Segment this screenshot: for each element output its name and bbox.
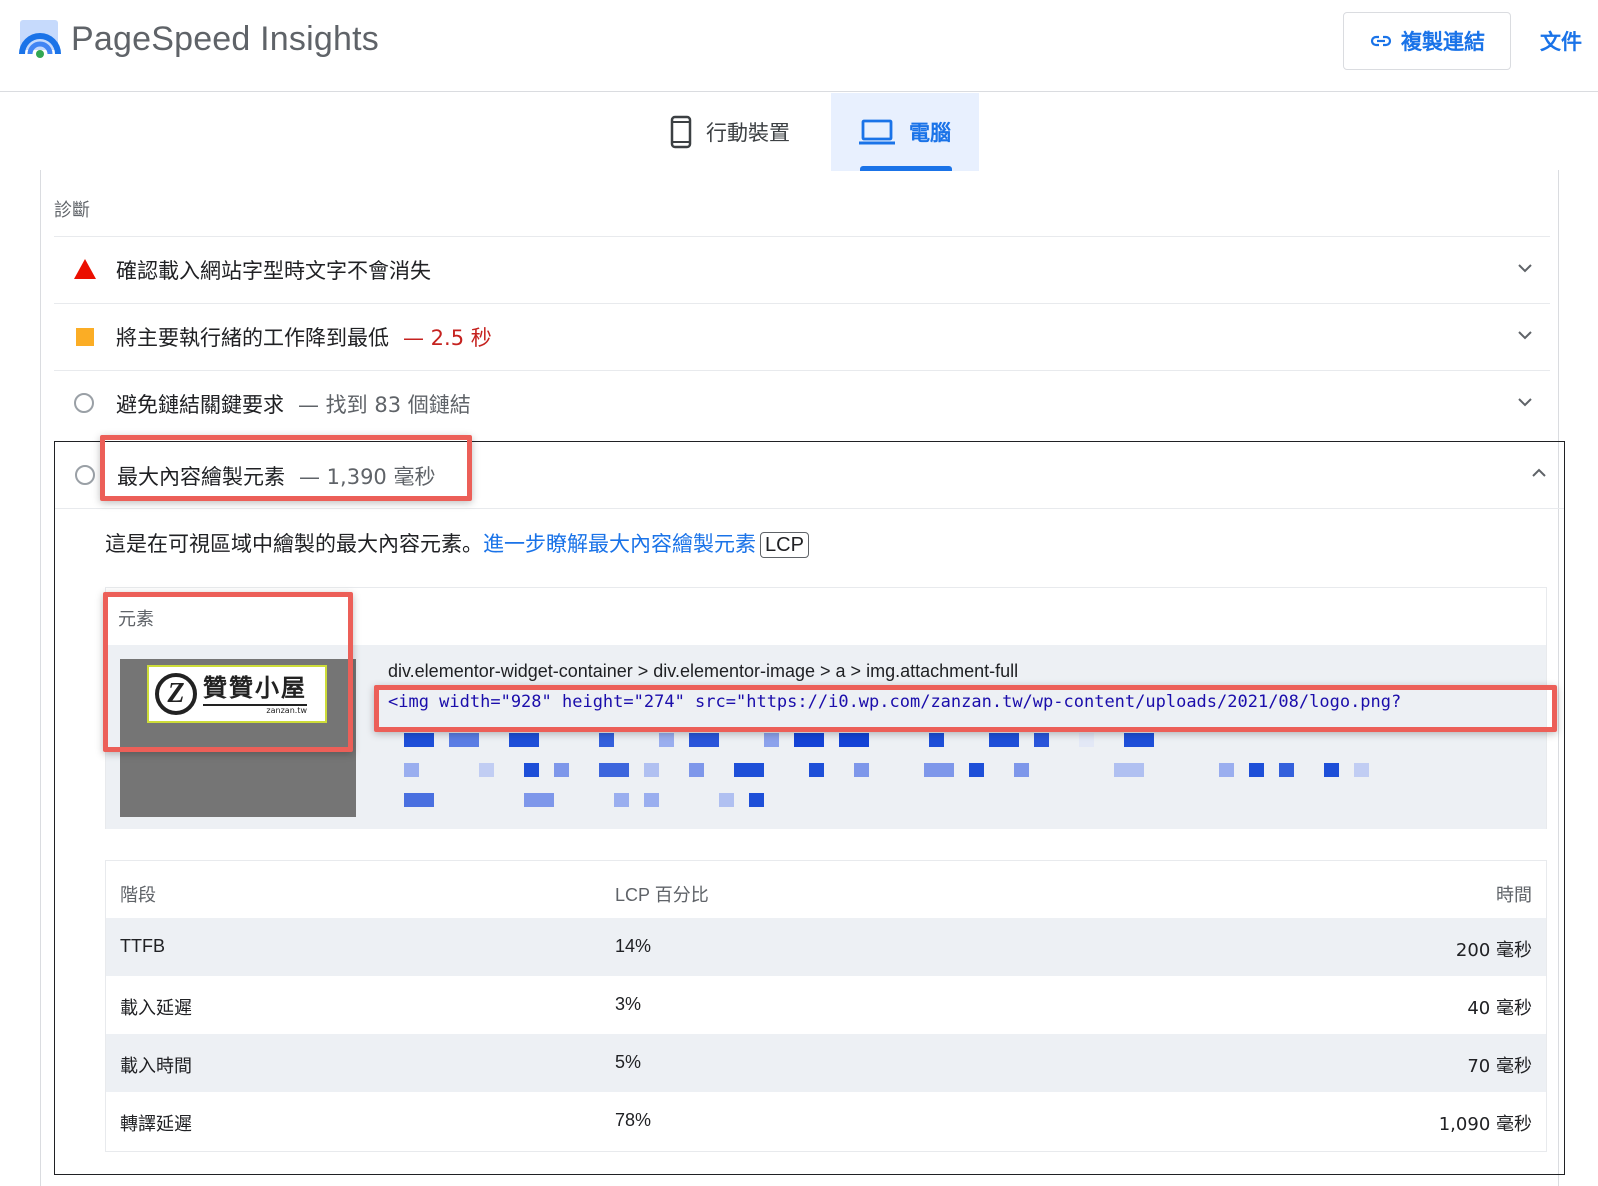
percent-cell: 14% bbox=[615, 936, 652, 956]
time-cell: 1,090 毫秒 bbox=[1438, 1114, 1532, 1135]
audit-title: 確認載入網站字型時文字不會消失 bbox=[116, 259, 431, 283]
audit-mainthread-work[interactable]: 將主要執行緒的工作降到最低 — 2.5 秒 bbox=[54, 303, 1550, 370]
tab-active-indicator bbox=[860, 166, 952, 171]
percent-cell: 5% bbox=[615, 1052, 642, 1072]
pagespeed-logo-icon bbox=[19, 20, 61, 58]
panel-border-left bbox=[40, 170, 41, 1186]
phase-cell: TTFB bbox=[120, 936, 165, 956]
chevron-down-icon[interactable] bbox=[1516, 326, 1534, 344]
laptop-icon bbox=[859, 119, 895, 145]
lcp-phases-table: 階段 LCP 百分比 時間 TTFB 14% 200 毫秒 載入延遲 3% 40… bbox=[105, 860, 1547, 1152]
table-header-row: 階段 LCP 百分比 時間 bbox=[106, 861, 1546, 918]
tab-mobile[interactable]: 行動裝置 bbox=[660, 93, 830, 171]
chevron-up-icon[interactable] bbox=[1530, 464, 1548, 482]
element-selector: div.elementor-widget-container > div.ele… bbox=[388, 661, 1019, 681]
top-bar: PageSpeed Insights 複製連結 文件 bbox=[0, 0, 1598, 92]
smartphone-icon bbox=[670, 115, 692, 149]
table-row: 轉譯延遲 78% 1,090 毫秒 bbox=[106, 1092, 1546, 1150]
copy-link-button[interactable]: 複製連結 bbox=[1343, 12, 1511, 70]
highlight-box-audit-title bbox=[100, 435, 472, 501]
audit-detail: — 找到 83 個鏈結 bbox=[298, 393, 471, 417]
lcp-learn-more-link[interactable]: 進一步瞭解最大內容繪製元素 bbox=[483, 532, 756, 556]
time-cell: 40 毫秒 bbox=[1467, 998, 1532, 1019]
audit-font-display[interactable]: 確認載入網站字型時文字不會消失 bbox=[54, 236, 1550, 303]
table-row: 載入時間 5% 70 毫秒 bbox=[106, 1034, 1546, 1092]
audit-title: 避免鏈結關鍵要求 bbox=[116, 393, 284, 417]
audit-critical-chains[interactable]: 避免鏈結關鍵要求 — 找到 83 個鏈結 bbox=[54, 370, 1550, 437]
audit-title: 將主要執行緒的工作降到最低 bbox=[116, 326, 389, 350]
link-icon bbox=[1370, 35, 1392, 47]
info-circle-icon bbox=[75, 464, 97, 487]
table-row: TTFB 14% 200 毫秒 bbox=[106, 918, 1546, 976]
tab-mobile-label: 行動裝置 bbox=[706, 121, 790, 145]
time-cell: 70 毫秒 bbox=[1467, 1056, 1532, 1077]
phase-cell: 載入時間 bbox=[120, 1056, 192, 1077]
phase-column-header: 階段 bbox=[120, 885, 156, 906]
chevron-down-icon[interactable] bbox=[1516, 259, 1534, 277]
percent-cell: 78% bbox=[615, 1110, 652, 1130]
pixelated-redaction bbox=[404, 733, 1404, 823]
app-title: PageSpeed Insights bbox=[71, 20, 379, 58]
copy-link-label: 複製連結 bbox=[1401, 30, 1485, 54]
lcp-description-text: 這是在可視區域中繪製的最大內容元素。 bbox=[105, 532, 483, 556]
lcp-badge: LCP bbox=[760, 532, 809, 558]
time-cell: 200 毫秒 bbox=[1455, 940, 1532, 961]
info-circle-icon bbox=[74, 393, 96, 415]
percent-column-header: LCP 百分比 bbox=[615, 885, 709, 905]
chevron-down-icon[interactable] bbox=[1516, 393, 1534, 411]
phase-cell: 載入延遲 bbox=[120, 998, 192, 1019]
tab-desktop[interactable]: 電腦 bbox=[831, 93, 979, 171]
fail-triangle-icon bbox=[74, 259, 96, 281]
audit-detail: — 2.5 秒 bbox=[403, 326, 492, 350]
docs-link[interactable]: 文件 bbox=[1540, 26, 1582, 56]
lcp-description: 這是在可視區域中繪製的最大內容元素。進一步瞭解最大內容繪製元素 LCP bbox=[105, 528, 809, 558]
highlight-box-snippet bbox=[374, 685, 1557, 732]
average-square-icon bbox=[74, 326, 96, 348]
tab-desktop-label: 電腦 bbox=[909, 121, 951, 145]
phase-cell: 轉譯延遲 bbox=[120, 1114, 192, 1135]
percent-cell: 3% bbox=[615, 994, 642, 1014]
diagnostics-heading: 診斷 bbox=[54, 200, 90, 221]
highlight-box-element-thumbnail bbox=[103, 592, 353, 752]
time-column-header: 時間 bbox=[1496, 885, 1532, 906]
table-row: 載入延遲 3% 40 毫秒 bbox=[106, 976, 1546, 1034]
